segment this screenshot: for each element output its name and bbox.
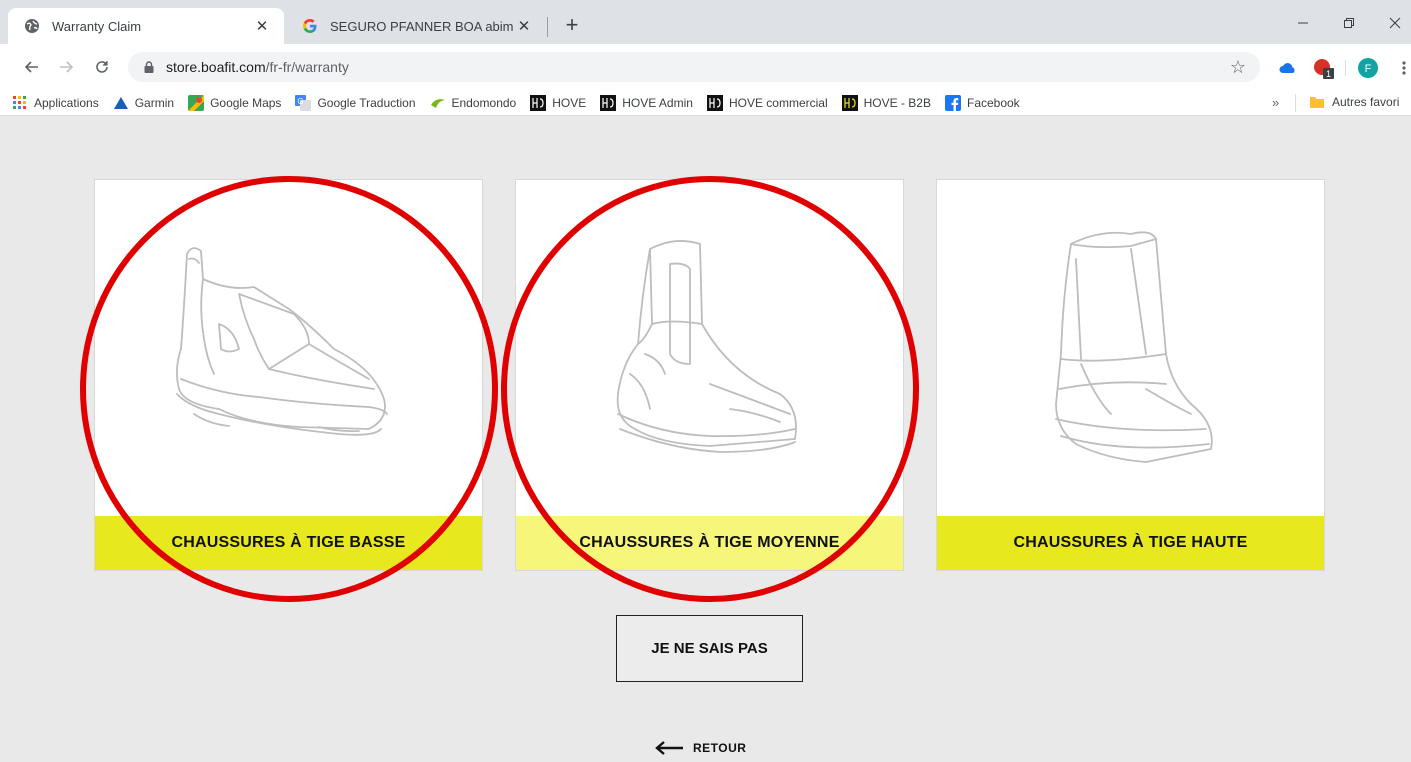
tab-separator — [547, 17, 548, 37]
bookmark-label: Applications — [34, 95, 99, 110]
bookmarks-divider — [1295, 94, 1296, 112]
bookmarks-bar: Applications Garmin Google Maps G Google… — [0, 90, 1411, 116]
url-host: store.boafit.com — [166, 59, 266, 75]
close-window-icon[interactable] — [1372, 8, 1411, 38]
toolbar-divider — [1345, 60, 1346, 76]
hove-logo-icon — [600, 94, 617, 111]
globe-icon — [24, 18, 40, 34]
bookmark-google-traduction[interactable]: G Google Traduction — [295, 94, 416, 111]
bookmark-hove[interactable]: HOVE — [530, 94, 587, 111]
dont-know-button[interactable]: JE NE SAIS PAS — [616, 615, 803, 682]
bookmark-facebook[interactable]: Facebook — [944, 94, 1020, 111]
facebook-icon — [944, 94, 961, 111]
low-top-shoe-illustration — [95, 180, 482, 517]
hove-logo-icon — [706, 94, 723, 111]
bookmark-label: HOVE - B2B — [863, 95, 931, 110]
svg-text:G: G — [298, 97, 304, 106]
left-arrow-icon — [655, 741, 685, 755]
maps-icon — [188, 94, 205, 111]
bookmark-label: Endomondo — [451, 95, 517, 110]
hove-logo-icon — [841, 94, 858, 111]
bookmark-label: HOVE — [552, 95, 587, 110]
google-icon — [302, 18, 318, 34]
card-mid-top-shoes[interactable]: CHAUSSURES À TIGE MOYENNE — [515, 179, 904, 571]
card-high-top-shoes[interactable]: CHAUSSURES À TIGE HAUTE — [936, 179, 1325, 571]
endomondo-icon — [430, 95, 446, 111]
bookmark-label: Garmin — [134, 95, 175, 110]
bookmark-google-maps[interactable]: Google Maps — [188, 94, 282, 111]
mid-top-shoe-illustration — [516, 180, 903, 517]
profile-letter: F — [1365, 63, 1372, 75]
cloud-extension-icon[interactable] — [1276, 56, 1300, 80]
garmin-triangle-icon — [113, 95, 129, 111]
bookmark-hove-admin[interactable]: HOVE Admin — [600, 94, 693, 111]
url-path: /fr-fr/warranty — [265, 59, 349, 75]
bookmark-hove-b2b[interactable]: HOVE - B2B — [841, 94, 931, 111]
forward-arrow-icon[interactable] — [54, 55, 78, 79]
back-label: RETOUR — [693, 741, 747, 755]
bookmark-label: Google Traduction — [317, 95, 416, 110]
card-label: CHAUSSURES À TIGE BASSE — [95, 516, 482, 570]
extension-badge-icon[interactable]: 1 — [1312, 56, 1336, 80]
bookmark-garmin[interactable]: Garmin — [113, 95, 174, 111]
menu-dots-icon[interactable] — [1392, 56, 1411, 80]
minimize-icon[interactable] — [1280, 8, 1326, 38]
bookmark-label: HOVE commercial — [728, 95, 828, 110]
tab-warranty-claim[interactable]: Warranty Claim ✕ — [8, 8, 284, 44]
browser-toolbar: store.boafit.com /fr-fr/warranty ☆ 1 F — [0, 44, 1411, 90]
lock-icon[interactable] — [142, 60, 156, 74]
extension-badge-count: 1 — [1326, 69, 1331, 79]
bookmark-label: HOVE Admin — [622, 95, 693, 110]
back-link[interactable]: RETOUR — [655, 741, 746, 755]
new-tab-button[interactable]: + — [560, 14, 584, 38]
tab-seguro[interactable]: SEGURO PFANNER BOA abimé - ✕ — [286, 8, 546, 44]
close-icon[interactable]: ✕ — [252, 16, 272, 36]
bookmark-label: Facebook — [966, 95, 1020, 110]
translate-icon: G — [295, 94, 312, 111]
tab-strip: Warranty Claim ✕ SEGURO PFANNER BOA abim… — [0, 0, 1411, 44]
bookmark-other-folder[interactable]: Autres favori — [1310, 94, 1399, 110]
address-bar[interactable]: store.boafit.com /fr-fr/warranty ☆ — [128, 52, 1260, 82]
close-icon[interactable]: ✕ — [514, 16, 534, 36]
high-top-boot-illustration — [937, 180, 1324, 517]
bookmark-label: Google Maps — [210, 95, 282, 110]
card-low-top-shoes[interactable]: CHAUSSURES À TIGE BASSE — [94, 179, 483, 571]
profile-avatar[interactable]: F — [1356, 56, 1380, 80]
reload-icon[interactable] — [90, 55, 114, 79]
tab-title: Warranty Claim — [52, 18, 142, 34]
more-bookmarks-chevron[interactable]: » — [1272, 95, 1279, 110]
bookmark-endomondo[interactable]: Endomondo — [430, 95, 517, 111]
hove-logo-icon — [530, 94, 547, 111]
restore-icon[interactable] — [1326, 8, 1372, 38]
bookmark-applications[interactable]: Applications — [12, 95, 99, 111]
card-label: CHAUSSURES À TIGE HAUTE — [937, 516, 1324, 570]
back-arrow-icon[interactable] — [20, 55, 44, 79]
apps-grid-icon — [12, 95, 28, 111]
bookmark-hove-commercial[interactable]: HOVE commercial — [706, 94, 828, 111]
tab-title: SEGURO PFANNER BOA abimé - — [330, 18, 514, 34]
card-label: CHAUSSURES À TIGE MOYENNE — [516, 516, 903, 570]
bookmark-star-icon[interactable]: ☆ — [1230, 57, 1246, 78]
bookmark-label: Autres favori — [1332, 95, 1400, 109]
warranty-page: CHAUSSURES À TIGE BASSE CHAUSSURES À TIG… — [0, 117, 1411, 762]
folder-icon — [1310, 94, 1326, 110]
